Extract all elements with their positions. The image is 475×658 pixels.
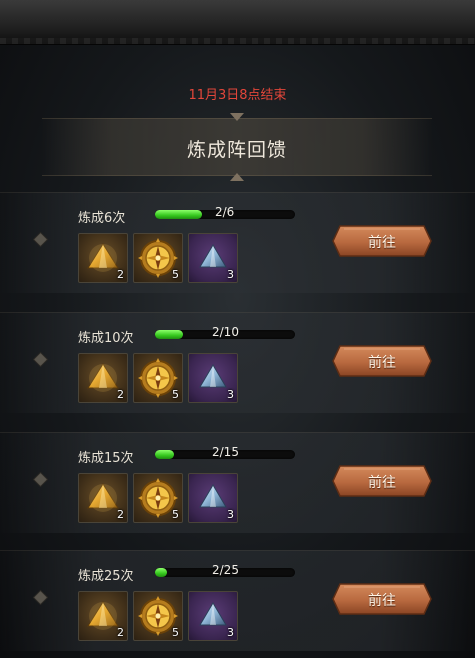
reward-slot[interactable]: 5 — [133, 233, 183, 283]
progress-text: 2/25 — [212, 563, 239, 577]
ornament-icon — [230, 173, 244, 181]
go-button[interactable]: 前往 — [330, 581, 434, 617]
task-row: 炼成6次 2/6 2 5 3 前往 — [0, 192, 475, 293]
top-frame-border — [0, 0, 475, 45]
go-button-label: 前往 — [368, 355, 396, 371]
page-title: 炼成阵回馈 — [186, 139, 287, 161]
task-row: 炼成25次 2/25 2 5 3 前往 — [0, 550, 475, 651]
diamond-bullet-icon — [34, 591, 47, 604]
progress-fill — [155, 450, 174, 459]
progress-fill — [155, 568, 167, 577]
progress-text: 2/15 — [212, 445, 239, 459]
task-row: 炼成10次 2/10 2 5 3 前往 — [0, 312, 475, 413]
go-button-label: 前往 — [368, 475, 396, 491]
reward-slot[interactable]: 5 — [133, 353, 183, 403]
reward-count: 3 — [227, 508, 234, 521]
progress-text: 2/6 — [215, 205, 235, 219]
task-label: 炼成10次 — [78, 331, 134, 346]
go-button-label: 前往 — [368, 593, 396, 609]
go-button[interactable]: 前往 — [330, 463, 434, 499]
reward-slot[interactable]: 2 — [78, 473, 128, 523]
reward-count: 3 — [227, 268, 234, 281]
progress-fill — [155, 330, 183, 339]
event-end-time: 11月3日8点结束 — [188, 88, 287, 103]
reward-slot[interactable]: 3 — [188, 233, 238, 283]
reward-count: 3 — [227, 388, 234, 401]
task-label: 炼成6次 — [78, 211, 126, 226]
ornament-icon — [230, 113, 244, 121]
task-label: 炼成15次 — [78, 451, 134, 466]
reward-slot[interactable]: 5 — [133, 591, 183, 641]
go-button-label: 前往 — [368, 235, 396, 251]
diamond-bullet-icon — [34, 473, 47, 486]
reward-slot[interactable]: 2 — [78, 591, 128, 641]
reward-slot[interactable]: 3 — [188, 591, 238, 641]
reward-count: 2 — [117, 508, 124, 521]
reward-slot[interactable]: 2 — [78, 353, 128, 403]
reward-slot[interactable]: 2 — [78, 233, 128, 283]
diamond-bullet-icon — [34, 233, 47, 246]
go-button[interactable]: 前往 — [330, 223, 434, 259]
reward-count: 5 — [172, 626, 179, 639]
task-label: 炼成25次 — [78, 569, 134, 584]
diamond-bullet-icon — [34, 353, 47, 366]
go-button[interactable]: 前往 — [330, 343, 434, 379]
progress-text: 2/10 — [212, 325, 239, 339]
reward-slot[interactable]: 3 — [188, 473, 238, 523]
progress-fill — [155, 210, 202, 219]
reward-slot[interactable]: 3 — [188, 353, 238, 403]
reward-count: 2 — [117, 388, 124, 401]
reward-count: 5 — [172, 388, 179, 401]
title-banner: 炼成阵回馈 — [42, 113, 432, 181]
reward-count: 5 — [172, 508, 179, 521]
task-row: 炼成15次 2/15 2 5 3 前往 — [0, 432, 475, 533]
reward-count: 2 — [117, 626, 124, 639]
reward-count: 5 — [172, 268, 179, 281]
reward-slot[interactable]: 5 — [133, 473, 183, 523]
reward-count: 3 — [227, 626, 234, 639]
reward-count: 2 — [117, 268, 124, 281]
